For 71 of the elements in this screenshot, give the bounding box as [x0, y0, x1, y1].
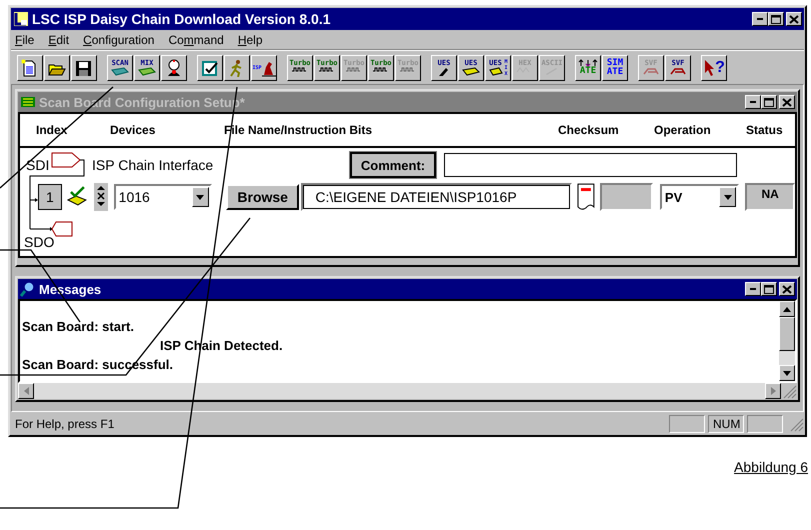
close-icon	[789, 14, 799, 24]
save-button[interactable]	[71, 54, 97, 80]
toolbar-button[interactable]	[161, 54, 187, 80]
status-panel	[747, 415, 783, 433]
down-arrow-icon	[783, 370, 791, 376]
column-header: Operation	[654, 123, 712, 137]
column-header: Devices	[110, 123, 156, 137]
message-line: Scan Board: start.	[22, 319, 134, 334]
status-indicator: NUM	[708, 415, 744, 433]
file-field[interactable]: C:\EIGENE DATEIEN\ISP1016P	[301, 183, 572, 211]
maximize-icon	[764, 98, 774, 106]
caret-icon	[724, 194, 732, 200]
checklist-icon	[200, 58, 220, 76]
menu-item[interactable]: Edit	[48, 32, 70, 46]
left-arrow-icon	[24, 387, 28, 395]
minimize-icon	[750, 288, 756, 290]
maximize-button[interactable]	[761, 95, 777, 109]
status-text: For Help, press F1	[15, 417, 116, 431]
status-box: NA	[745, 183, 795, 211]
maximize-button[interactable]	[768, 12, 784, 26]
vertical-scrollbar[interactable]	[779, 301, 795, 381]
column-header: Checksum	[558, 123, 620, 137]
close-button[interactable]	[786, 12, 802, 26]
toolbar-button[interactable]	[197, 54, 223, 80]
chain-output-label: SDO	[24, 234, 54, 250]
checksum-box	[600, 183, 653, 211]
up-arrow-icon	[783, 306, 791, 312]
status-panel	[669, 415, 705, 433]
menu-item[interactable]: File	[15, 32, 34, 46]
close-icon	[782, 284, 792, 294]
chain-input-label: SDI	[26, 157, 50, 173]
spinner-button[interactable]	[94, 183, 108, 211]
maximize-icon	[764, 284, 774, 294]
window-title: Messages	[39, 282, 102, 296]
minimize-icon	[750, 101, 756, 103]
caret-icon	[196, 194, 204, 200]
maximize-button[interactable]	[761, 282, 777, 296]
figure-caption: Abbildung 6	[734, 459, 808, 475]
comment-field[interactable]	[444, 153, 737, 177]
window-title: LSC ISP Daisy Chain Download Version 8.0.1	[32, 11, 332, 27]
horizontal-scrollbar[interactable]	[18, 383, 781, 399]
arrows-icon	[578, 59, 598, 67]
resize-grip-icon[interactable]	[781, 383, 797, 399]
right-arrow-icon	[770, 387, 776, 395]
help-button[interactable]: ?	[701, 54, 727, 80]
minimize-button[interactable]	[745, 95, 761, 109]
chain-name: ISP Chain Interface	[92, 157, 214, 173]
menu-item[interactable]: Help	[238, 32, 263, 46]
toolbar-button[interactable]	[224, 54, 250, 80]
minimize-button[interactable]	[752, 12, 768, 26]
close-button[interactable]	[779, 95, 795, 109]
dropdown[interactable]: PV	[660, 184, 740, 210]
browse-button[interactable]: Browse	[226, 184, 300, 210]
toolbar-button[interactable]: SIM ATE	[602, 54, 628, 80]
close-button[interactable]	[779, 282, 795, 296]
column-header: Status	[746, 123, 783, 137]
maximize-icon	[771, 14, 781, 24]
close-icon	[782, 98, 792, 106]
device-index: 1	[38, 184, 62, 210]
new-button[interactable]	[17, 54, 43, 80]
minimize-icon	[757, 18, 763, 20]
chip-icon	[66, 186, 88, 208]
menu-item[interactable]: Command	[168, 32, 224, 46]
document-icon	[577, 183, 596, 211]
menu-item[interactable]: Configuration	[83, 32, 154, 46]
resize-grip-icon	[788, 416, 804, 432]
pointer-arrow-icon	[703, 58, 716, 76]
dropdown[interactable]: 1016	[114, 184, 212, 210]
open-button[interactable]	[44, 54, 70, 80]
comment-button[interactable]: Comment:	[350, 152, 436, 178]
minimize-button[interactable]	[745, 282, 761, 296]
